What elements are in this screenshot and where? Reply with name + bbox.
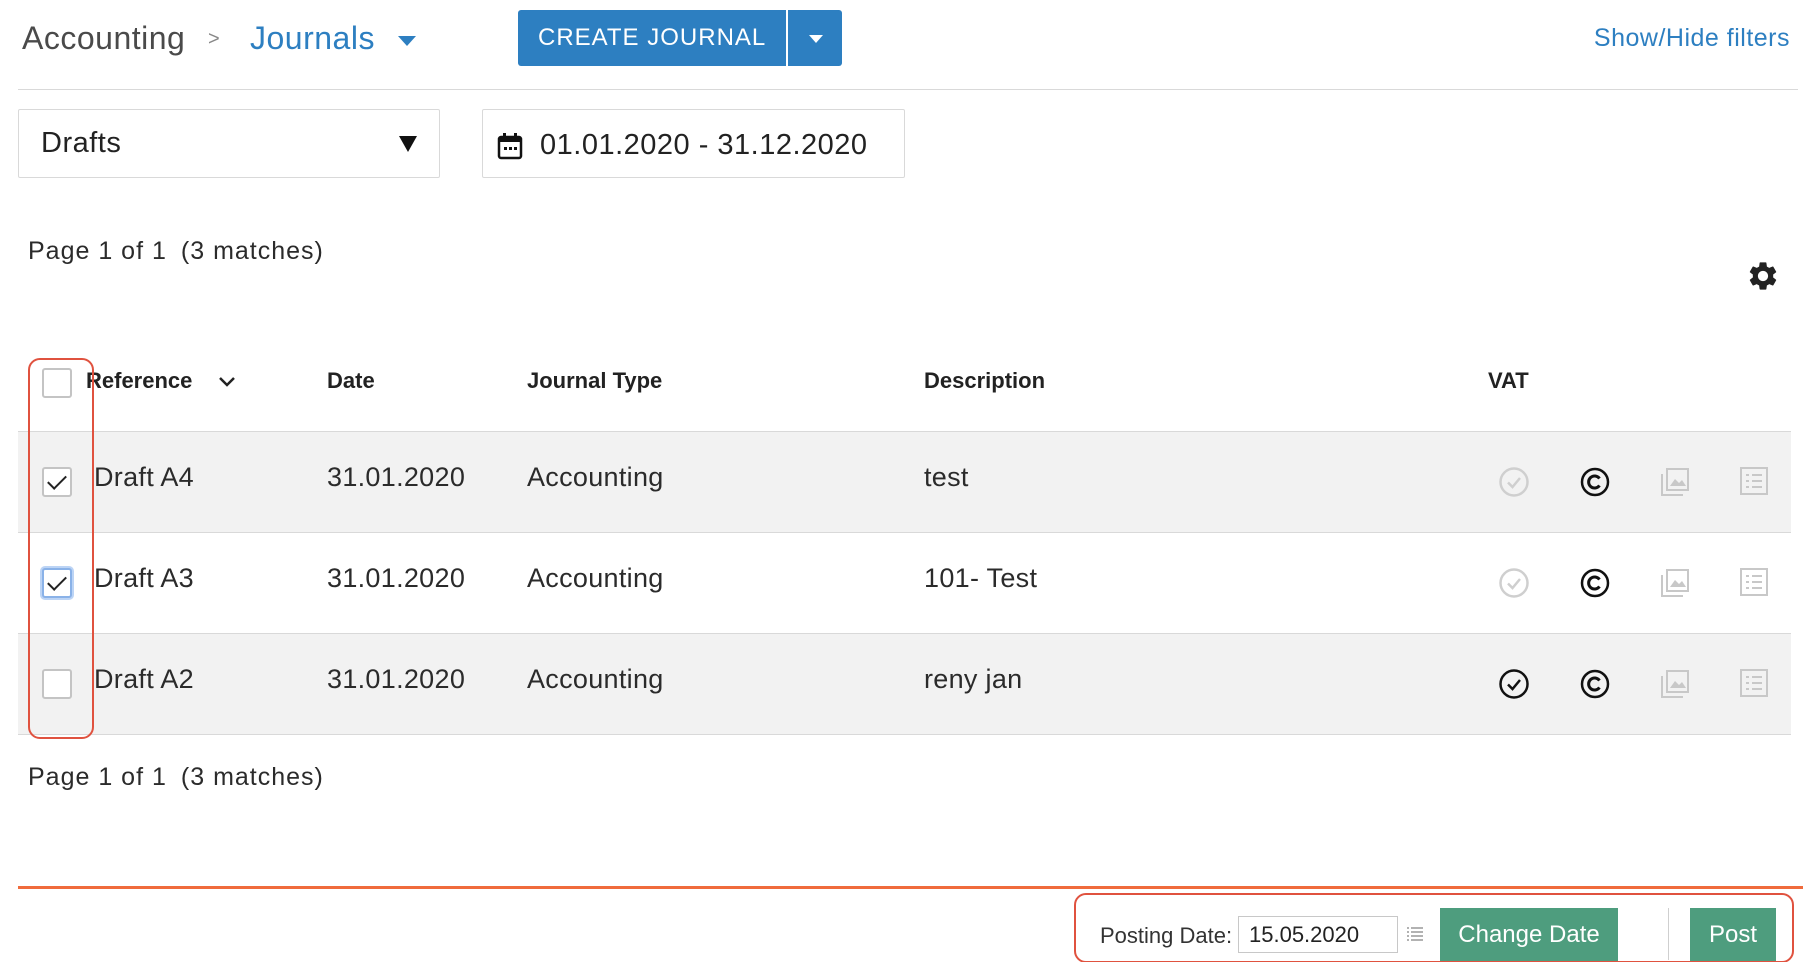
cell-date: 31.01.2020	[327, 462, 466, 492]
column-description[interactable]: Description	[924, 368, 1045, 394]
column-date[interactable]: Date	[327, 368, 375, 394]
cell-reference[interactable]: Draft A2	[94, 664, 194, 695]
gear-icon[interactable]	[1746, 259, 1780, 293]
caret-down-icon	[809, 35, 824, 43]
posting-date-label: Posting Date:	[1100, 923, 1233, 948]
row-checkbox[interactable]	[42, 568, 72, 598]
cell-date: 31.01.2020	[327, 563, 466, 593]
journals-dropdown-caret-icon[interactable]	[398, 36, 416, 46]
select-all-checkbox[interactable]	[42, 368, 72, 398]
show-hide-filters-link[interactable]: Show/Hide filters	[1594, 24, 1790, 53]
table-body: Draft A4 31.01.2020 Accounting test Draf…	[18, 432, 1791, 735]
status-filter-value: Drafts	[41, 127, 122, 159]
date-range-filter[interactable]: 01.01.2020 - 31.12.2020	[482, 109, 905, 178]
cell-journal-type: Accounting	[527, 563, 664, 593]
row-checkbox[interactable]	[42, 669, 72, 699]
sort-chevron-down-icon[interactable]	[218, 376, 236, 388]
match-count: (3 matches)	[180, 763, 324, 791]
create-journal-button[interactable]: CREATE JOURNAL	[518, 10, 787, 66]
column-vat[interactable]: VAT	[1488, 368, 1529, 394]
image-icon[interactable]	[1659, 668, 1691, 700]
cell-reference[interactable]: Draft A3	[94, 563, 194, 594]
vat-check-circle-icon[interactable]	[1498, 668, 1530, 700]
page-indicator: Page 1 of 1	[28, 237, 167, 265]
image-icon[interactable]	[1659, 567, 1691, 599]
match-count: (3 matches)	[180, 237, 324, 265]
posting-date-input[interactable]	[1238, 916, 1398, 953]
column-journal-type[interactable]: Journal Type	[527, 368, 662, 394]
copyright-icon[interactable]	[1579, 567, 1611, 599]
copyright-icon[interactable]	[1579, 466, 1611, 498]
change-date-button[interactable]: Change Date	[1440, 908, 1618, 961]
cell-reference[interactable]: Draft A4	[94, 462, 194, 493]
date-range-value: 01.01.2020 - 31.12.2020	[540, 129, 868, 161]
create-journal-dropdown-button[interactable]	[786, 10, 843, 66]
row-checkbox[interactable]	[42, 467, 72, 497]
date-picker-list-icon[interactable]	[1406, 926, 1424, 942]
status-filter-select[interactable]: Drafts	[18, 109, 440, 178]
cell-description: test	[924, 462, 969, 492]
dropdown-triangle-icon	[399, 136, 417, 152]
calendar-icon	[497, 133, 523, 160]
breadcrumb-accounting[interactable]: Accounting	[22, 20, 185, 57]
page-indicator: Page 1 of 1	[28, 763, 167, 791]
table-row[interactable]: Draft A3 31.01.2020 Accounting 101- Test	[18, 533, 1791, 634]
list-icon[interactable]	[1739, 567, 1769, 597]
copyright-icon[interactable]	[1579, 668, 1611, 700]
cell-description: 101- Test	[924, 563, 1038, 593]
cell-journal-type: Accounting	[527, 664, 664, 694]
list-icon[interactable]	[1739, 668, 1769, 698]
table-row[interactable]: Draft A2 31.01.2020 Accounting reny jan	[18, 634, 1791, 735]
breadcrumb-journals[interactable]: Journals	[250, 20, 375, 57]
table-header: Reference Date Journal Type Description …	[18, 340, 1791, 432]
journals-table: Reference Date Journal Type Description …	[18, 340, 1791, 735]
cell-date: 31.01.2020	[327, 664, 466, 694]
vat-check-circle-icon[interactable]	[1498, 567, 1530, 599]
post-button[interactable]: Post	[1690, 908, 1776, 961]
column-reference[interactable]: Reference	[86, 368, 192, 394]
pagination-top: Page 1 of 1 (3 matches)	[28, 237, 324, 266]
table-row[interactable]: Draft A4 31.01.2020 Accounting test	[18, 432, 1791, 533]
pagination-bottom: Page 1 of 1 (3 matches)	[28, 763, 324, 792]
cell-journal-type: Accounting	[527, 462, 664, 492]
page-header: Accounting > Journals CREATE JOURNAL Sho…	[18, 0, 1798, 90]
list-icon[interactable]	[1739, 466, 1769, 496]
breadcrumb-separator: >	[208, 28, 220, 50]
create-journal-button-group: CREATE JOURNAL	[518, 10, 843, 66]
cell-description: reny jan	[924, 664, 1023, 694]
image-icon[interactable]	[1659, 466, 1691, 498]
vat-check-circle-icon[interactable]	[1498, 466, 1530, 498]
footer-divider	[1668, 908, 1669, 960]
